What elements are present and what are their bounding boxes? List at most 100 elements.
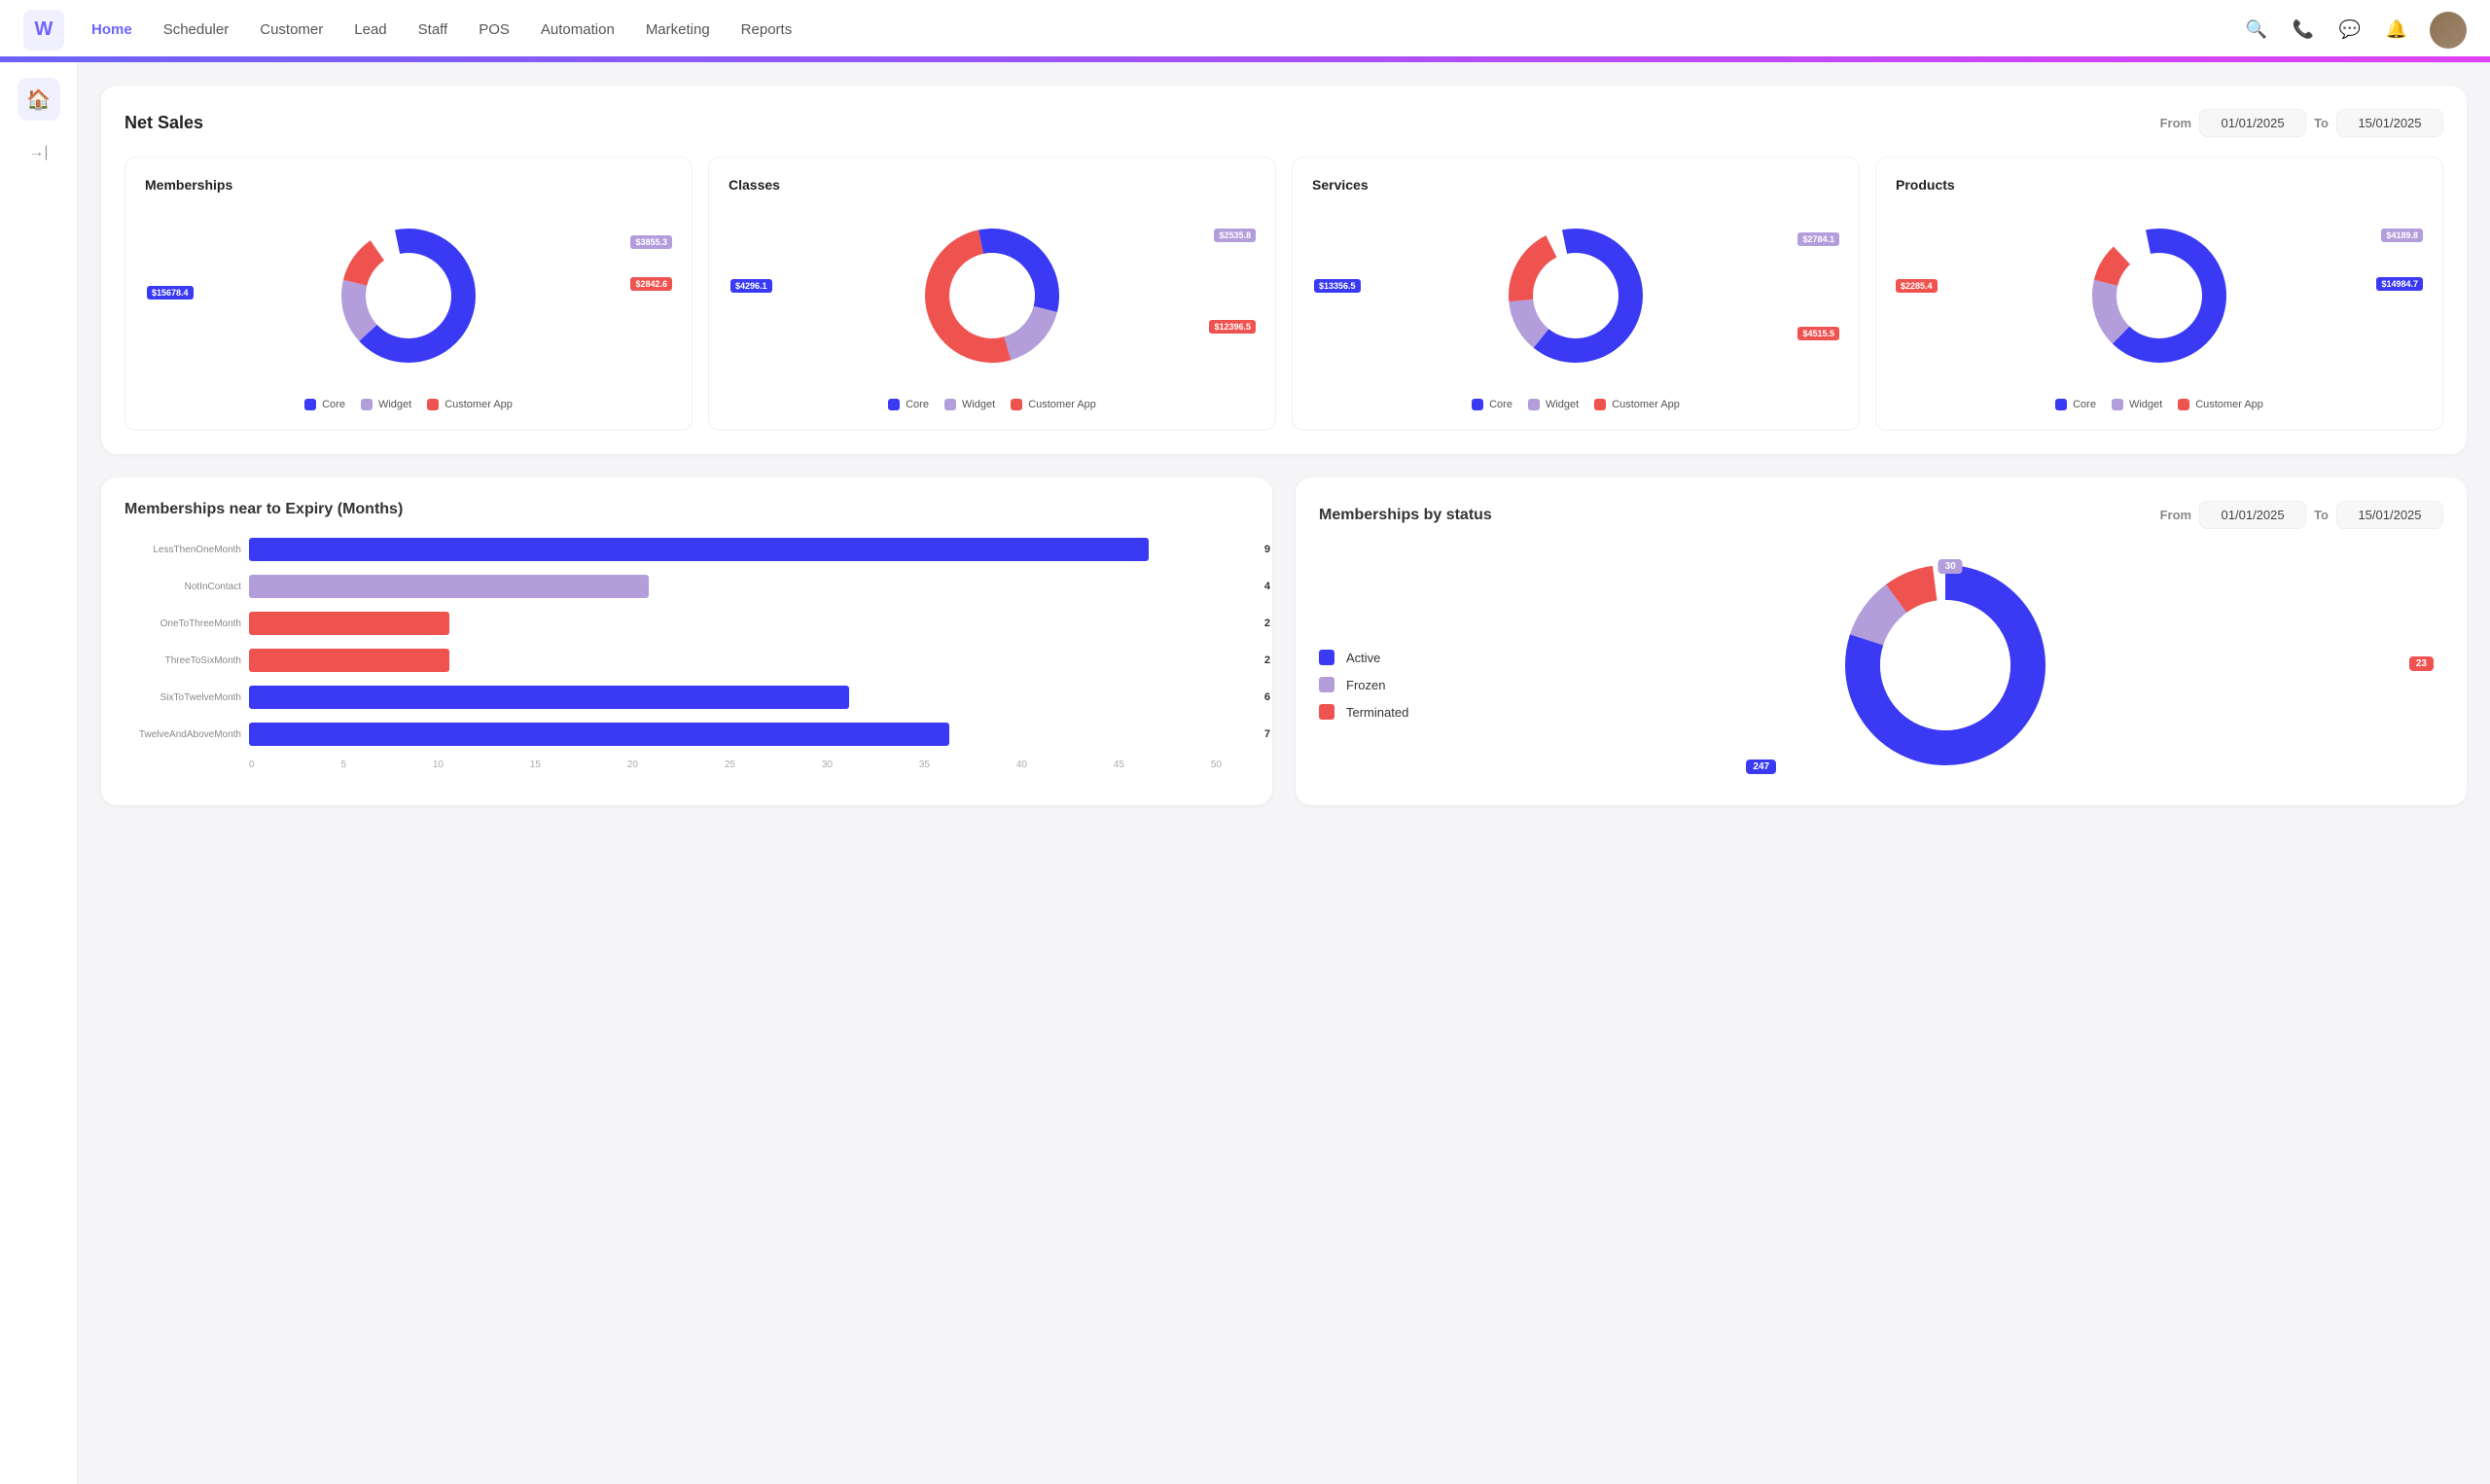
chart-products: Products $2285.4 $4189.8 bbox=[1875, 157, 2443, 431]
chart-memberships: Memberships $15678 bbox=[124, 157, 693, 431]
classes-core-label: $4296.1 bbox=[730, 279, 772, 293]
bar-outer-1: 4 bbox=[249, 575, 1249, 598]
chart-classes-title: Classes bbox=[729, 177, 1256, 193]
search-icon[interactable]: 🔍 bbox=[2243, 17, 2270, 44]
products-legend-widget-label: Widget bbox=[2129, 399, 2162, 410]
legend-capp-dot bbox=[427, 399, 439, 410]
net-sales-section: Net Sales From 01/01/2025 To 15/01/2025 … bbox=[101, 86, 2467, 454]
status-legend-frozen: Frozen bbox=[1319, 677, 1408, 692]
status-active-count: 247 bbox=[1746, 760, 1776, 774]
nav-marketing[interactable]: Marketing bbox=[646, 21, 710, 38]
services-legend-core-label: Core bbox=[1489, 399, 1512, 410]
bar-count-2: 2 bbox=[1264, 618, 1270, 629]
classes-donut-wrapper: $4296.1 $2535.8 $12396.5 bbox=[729, 208, 1256, 383]
products-legend: Core Widget Customer App bbox=[1896, 399, 2423, 410]
classes-widget-label: $2535.8 bbox=[1214, 229, 1256, 242]
main-content: Net Sales From 01/01/2025 To 15/01/2025 … bbox=[78, 62, 2490, 1484]
bar-axis: 0 5 10 15 20 25 30 35 40 45 50 bbox=[124, 760, 1249, 770]
expiry-section: Memberships near to Expiry (Months) Less… bbox=[101, 477, 1272, 805]
services-donut-wrapper: $13356.5 $2784.1 $4515.5 bbox=[1312, 208, 1839, 383]
bar-fill-5 bbox=[249, 723, 949, 746]
chart-products-title: Products bbox=[1896, 177, 2423, 193]
chart-services-title: Services bbox=[1312, 177, 1839, 193]
net-sales-to-value[interactable]: 15/01/2025 bbox=[2336, 109, 2443, 137]
nav-automation[interactable]: Automation bbox=[541, 21, 615, 38]
sidebar-home-icon[interactable]: 🏠 bbox=[18, 78, 60, 121]
services-legend-widget: Widget bbox=[1528, 399, 1579, 410]
status-donut-svg bbox=[1829, 548, 2062, 782]
status-header: Memberships by status From 01/01/2025 To… bbox=[1319, 501, 2443, 529]
nav-lead[interactable]: Lead bbox=[354, 21, 386, 38]
bar-count-1: 4 bbox=[1264, 581, 1270, 592]
status-frozen-count: 30 bbox=[1939, 559, 1963, 574]
bar-outer-4: 6 bbox=[249, 686, 1249, 709]
memberships-donut-wrapper: $15678.4 $3855.3 $2842.6 bbox=[145, 208, 672, 383]
legend-widget: Widget bbox=[361, 399, 411, 410]
products-legend-capp: Customer App bbox=[2178, 399, 2263, 410]
status-section: Memberships by status From 01/01/2025 To… bbox=[1296, 477, 2467, 805]
products-legend-widget-dot bbox=[2112, 399, 2123, 410]
services-legend-capp: Customer App bbox=[1594, 399, 1680, 410]
bar-row-1: NotInContact 4 bbox=[124, 575, 1249, 598]
memberships-donut-svg bbox=[331, 218, 486, 373]
nav-pos[interactable]: POS bbox=[479, 21, 510, 38]
axis-45: 45 bbox=[1114, 760, 1124, 770]
bar-label-1: NotInContact bbox=[124, 582, 241, 592]
bar-fill-4 bbox=[249, 686, 849, 709]
legend-capp-label: Customer App bbox=[445, 399, 513, 410]
axis-50: 50 bbox=[1211, 760, 1222, 770]
axis-5: 5 bbox=[340, 760, 346, 770]
status-terminated-count: 23 bbox=[2409, 656, 2434, 671]
nav-customer[interactable]: Customer bbox=[260, 21, 323, 38]
net-sales-from-value[interactable]: 01/01/2025 bbox=[2199, 109, 2306, 137]
bar-label-2: OneToThreeMonth bbox=[124, 618, 241, 629]
avatar[interactable] bbox=[2430, 12, 2467, 49]
bar-fill-0 bbox=[249, 538, 1149, 561]
whatsapp-icon[interactable]: 💬 bbox=[2336, 17, 2364, 44]
legend-widget-label: Widget bbox=[378, 399, 411, 410]
products-core-label: $14984.7 bbox=[2376, 277, 2423, 291]
classes-legend: Core Widget Customer App bbox=[729, 399, 1256, 410]
memberships-core-label: $15678.4 bbox=[147, 286, 194, 300]
nav-home[interactable]: Home bbox=[91, 21, 132, 38]
axis-20: 20 bbox=[627, 760, 638, 770]
products-legend-core-dot bbox=[2055, 399, 2067, 410]
status-to-value[interactable]: 15/01/2025 bbox=[2336, 501, 2443, 529]
notification-icon[interactable]: 🔔 bbox=[2383, 17, 2410, 44]
products-donut-svg bbox=[2081, 218, 2237, 373]
status-active-label: Active bbox=[1346, 651, 1380, 665]
net-sales-to-label: To bbox=[2314, 116, 2329, 130]
services-legend: Core Widget Customer App bbox=[1312, 399, 1839, 410]
phone-icon[interactable]: 📞 bbox=[2290, 17, 2317, 44]
bar-row-3: ThreeToSixMonth 2 bbox=[124, 649, 1249, 672]
nav-reports[interactable]: Reports bbox=[741, 21, 793, 38]
classes-legend-capp: Customer App bbox=[1011, 399, 1096, 410]
services-widget-label: $2784.1 bbox=[1797, 232, 1839, 246]
bar-outer-3: 2 bbox=[249, 649, 1249, 672]
net-sales-date-range: From 01/01/2025 To 15/01/2025 bbox=[2160, 109, 2443, 137]
classes-legend-widget-label: Widget bbox=[962, 399, 995, 410]
navbar: W Home Scheduler Customer Lead Staff POS… bbox=[0, 0, 2490, 62]
products-capp-label: $2285.4 bbox=[1896, 279, 1938, 293]
axis-10: 10 bbox=[433, 760, 444, 770]
status-from-value[interactable]: 01/01/2025 bbox=[2199, 501, 2306, 529]
nav-staff[interactable]: Staff bbox=[418, 21, 448, 38]
services-legend-widget-dot bbox=[1528, 399, 1540, 410]
products-legend-capp-dot bbox=[2178, 399, 2189, 410]
sidebar-collapse-icon[interactable]: →| bbox=[28, 144, 48, 161]
classes-legend-widget-dot bbox=[944, 399, 956, 410]
products-legend-capp-label: Customer App bbox=[2195, 399, 2263, 410]
bar-count-4: 6 bbox=[1264, 691, 1270, 703]
sidebar: 🏠 →| bbox=[0, 62, 78, 1484]
nav-scheduler[interactable]: Scheduler bbox=[163, 21, 230, 38]
bottom-row: Memberships near to Expiry (Months) Less… bbox=[101, 477, 2467, 829]
logo[interactable]: W bbox=[23, 10, 64, 51]
nav-items: Home Scheduler Customer Lead Staff POS A… bbox=[91, 21, 2243, 38]
products-legend-core-label: Core bbox=[2073, 399, 2096, 410]
services-legend-capp-dot bbox=[1594, 399, 1606, 410]
axis-30: 30 bbox=[822, 760, 833, 770]
status-title: Memberships by status bbox=[1319, 507, 2152, 524]
services-legend-core: Core bbox=[1472, 399, 1512, 410]
services-capp-label: $4515.5 bbox=[1797, 327, 1839, 340]
net-sales-header: Net Sales From 01/01/2025 To 15/01/2025 bbox=[124, 109, 2443, 137]
